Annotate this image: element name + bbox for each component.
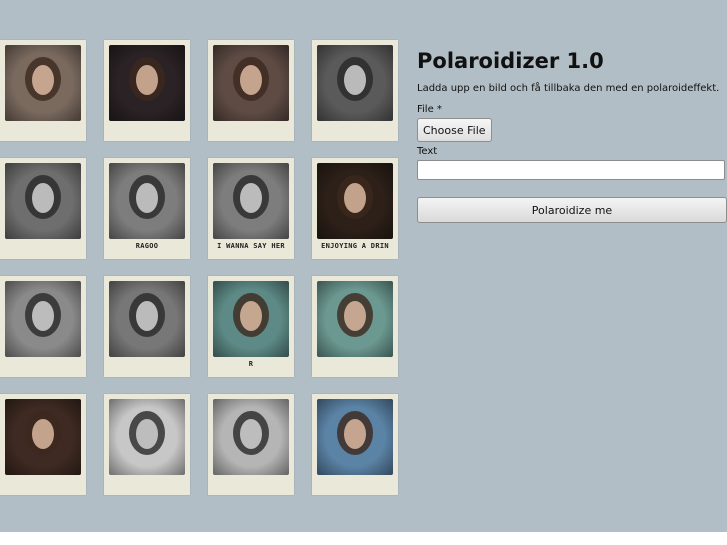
polaroid-card[interactable] xyxy=(104,40,190,141)
photo-vignette xyxy=(213,163,289,239)
photo-vignette xyxy=(109,399,185,475)
caption-text-input[interactable] xyxy=(417,160,725,180)
polaroid-card[interactable]: ENJOYING A DRIN xyxy=(312,158,398,259)
polaroid-card[interactable] xyxy=(312,394,398,495)
polaroid-card[interactable] xyxy=(0,276,86,377)
polaroid-caption: RAGOO xyxy=(135,242,159,250)
polaroid-card[interactable]: R xyxy=(208,276,294,377)
polaroid-photo xyxy=(109,163,185,239)
polaroid-photo xyxy=(317,45,393,121)
photo-vignette xyxy=(317,281,393,357)
photo-vignette xyxy=(213,281,289,357)
photo-vignette xyxy=(213,45,289,121)
polaroid-card[interactable] xyxy=(312,40,398,141)
polaroid-photo xyxy=(213,281,289,357)
bottom-strip xyxy=(0,532,727,545)
polaroid-photo xyxy=(109,45,185,121)
polaroid-card[interactable] xyxy=(104,394,190,495)
polaroid-card[interactable] xyxy=(0,158,86,259)
photo-vignette xyxy=(5,281,81,357)
polaroid-photo xyxy=(317,399,393,475)
polaroid-card[interactable]: I WANNA SAY HER xyxy=(208,158,294,259)
photo-vignette xyxy=(5,163,81,239)
polaroid-photo xyxy=(213,399,289,475)
polaroid-card[interactable] xyxy=(104,276,190,377)
polaroid-card[interactable] xyxy=(0,40,86,141)
polaroid-photo xyxy=(5,45,81,121)
photo-vignette xyxy=(5,399,81,475)
photo-vignette xyxy=(317,163,393,239)
polaroid-caption: ENJOYING A DRIN xyxy=(321,242,389,250)
polaroid-card[interactable] xyxy=(0,394,86,495)
file-label: File * xyxy=(417,104,442,115)
polaroid-photo xyxy=(109,399,185,475)
polaroid-photo xyxy=(213,45,289,121)
polaroid-photo xyxy=(109,281,185,357)
photo-vignette xyxy=(109,163,185,239)
photo-vignette xyxy=(317,399,393,475)
text-label: Text xyxy=(417,146,438,157)
photo-vignette xyxy=(109,281,185,357)
polaroid-photo xyxy=(5,281,81,357)
polaroid-photo xyxy=(317,281,393,357)
photo-vignette xyxy=(5,45,81,121)
upload-panel: Polaroidizer 1.0 Ladda upp en bild och f… xyxy=(417,48,727,223)
polaroid-card[interactable] xyxy=(312,276,398,377)
choose-file-button[interactable]: Choose File xyxy=(417,118,492,142)
polaroid-card[interactable]: RAGOO xyxy=(104,158,190,259)
polaroid-photo xyxy=(5,163,81,239)
page-title: Polaroidizer 1.0 xyxy=(417,49,604,73)
polaroid-card[interactable] xyxy=(208,394,294,495)
polaroidize-button[interactable]: Polaroidize me xyxy=(417,197,727,223)
photo-vignette xyxy=(213,399,289,475)
polaroid-photo xyxy=(5,399,81,475)
photo-vignette xyxy=(109,45,185,121)
polaroid-photo xyxy=(317,163,393,239)
photo-vignette xyxy=(317,45,393,121)
polaroid-caption: I WANNA SAY HER xyxy=(217,242,285,250)
polaroid-photo xyxy=(213,163,289,239)
polaroid-caption: R xyxy=(248,360,254,368)
page-description: Ladda upp en bild och få tillbaka den me… xyxy=(417,83,720,94)
polaroid-card[interactable] xyxy=(208,40,294,141)
